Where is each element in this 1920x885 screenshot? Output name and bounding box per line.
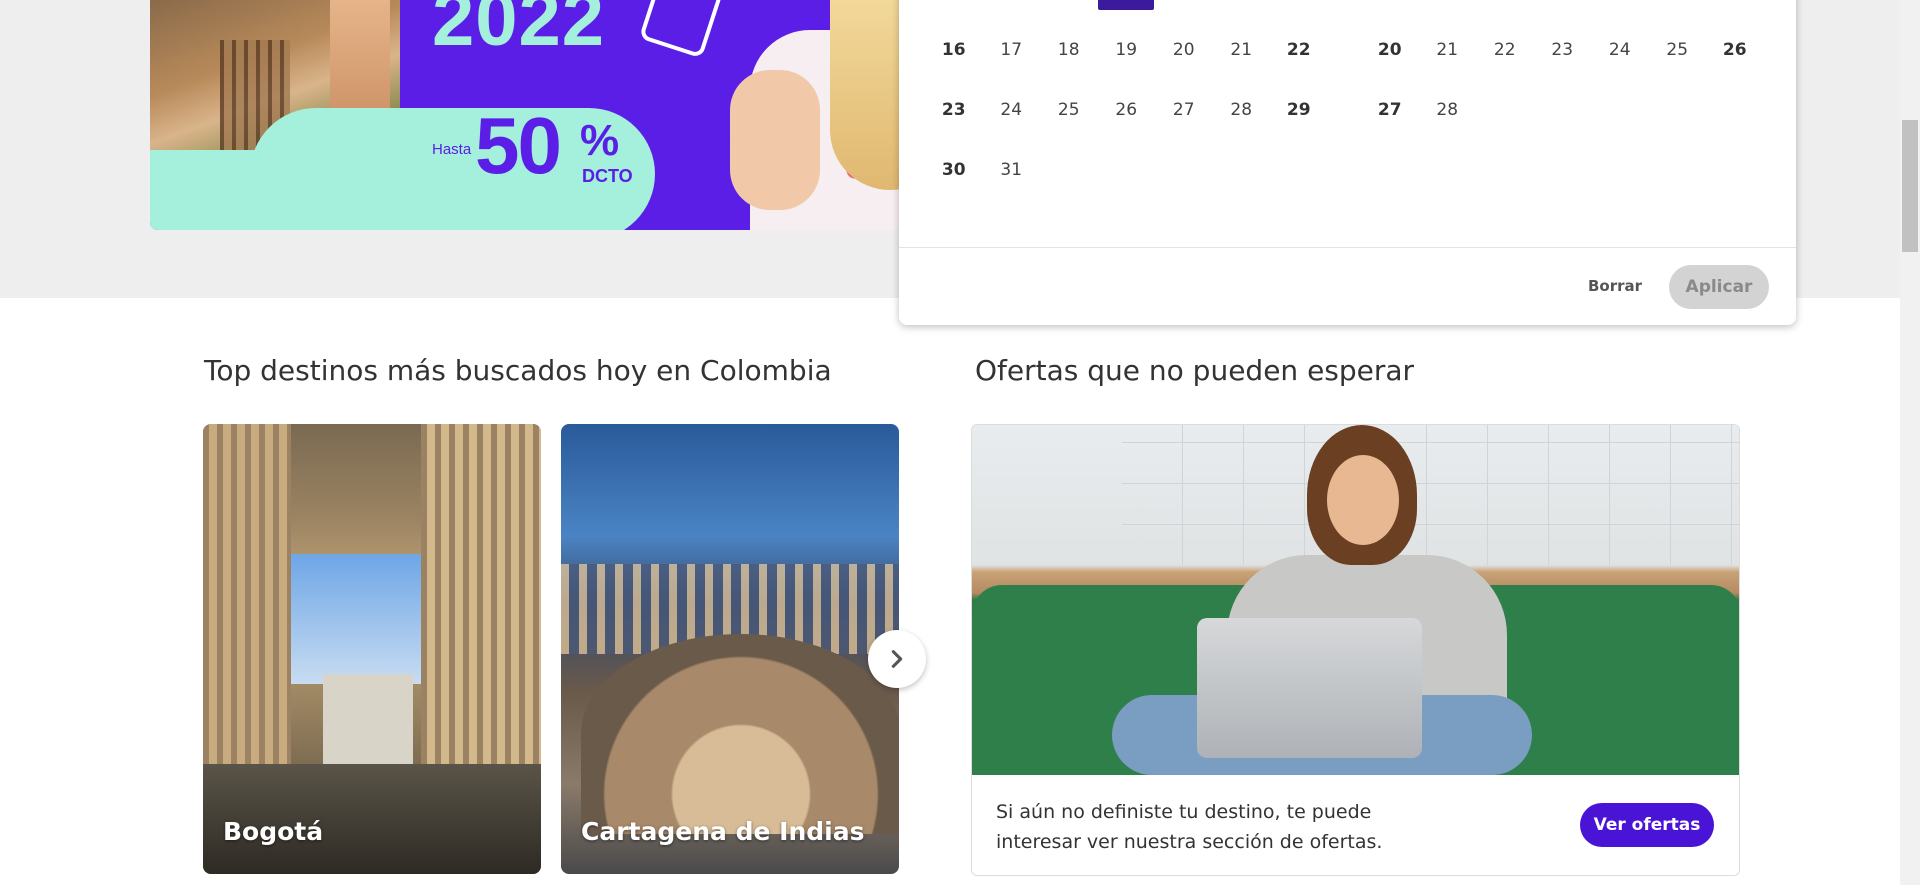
see-offers-button[interactable]: Ver ofertas xyxy=(1580,803,1714,847)
calendar-day[interactable]: 28 xyxy=(1419,80,1477,140)
calendar-day[interactable]: 26 xyxy=(1706,20,1764,80)
calendar-day[interactable]: 30 xyxy=(925,140,983,200)
calendar-grid-left: 9101112HOY131415 16171819202122 2324252627… xyxy=(925,0,1328,200)
calendar-day[interactable]: 14 xyxy=(1419,0,1477,20)
calendar-day[interactable]: 19 xyxy=(1706,0,1764,20)
calendar-day[interactable]: 15 xyxy=(1476,0,1534,20)
destinations-title: Top destinos más buscados hoy en Colombi… xyxy=(204,354,832,387)
calendar-empty-cell xyxy=(1534,80,1592,140)
calendar-day[interactable]: 28 xyxy=(1213,80,1271,140)
calendar-empty-cell xyxy=(1649,80,1707,140)
page-scrollbar[interactable] xyxy=(1900,0,1920,885)
card-amphitheater xyxy=(581,634,899,834)
calendar-empty-cell xyxy=(1591,80,1649,140)
calendar-empty-cell xyxy=(1040,140,1098,200)
calendar-empty-cell xyxy=(1476,80,1534,140)
calendar-day[interactable]: 16 xyxy=(925,20,983,80)
date-picker-popup: 9101112HOY131415161718192021222324252627… xyxy=(899,0,1796,325)
offers-card: Si aún no definiste tu destino, te puede… xyxy=(971,424,1740,876)
calendar-empty-cell xyxy=(1155,140,1213,200)
banner-percent: % xyxy=(580,116,620,165)
calendar-day[interactable]: 23 xyxy=(1534,20,1592,80)
calendar-today-label: HOY xyxy=(1117,0,1136,2)
calendar-day[interactable]: 17 xyxy=(1591,0,1649,20)
destination-name: Cartagena de Indias xyxy=(581,817,865,846)
calendar-empty-cell xyxy=(1098,140,1156,200)
card-building xyxy=(323,674,413,764)
calendar-day[interactable]: 26 xyxy=(1098,80,1156,140)
calendar-day[interactable]: 27 xyxy=(1155,80,1213,140)
calendar-day[interactable]: 21 xyxy=(1419,20,1477,80)
clear-button[interactable]: Borrar xyxy=(1585,266,1645,306)
calendar-day[interactable]: 23 xyxy=(925,80,983,140)
calendar-day[interactable]: 25 xyxy=(1040,80,1098,140)
offers-title: Ofertas que no pueden esperar xyxy=(975,354,1415,387)
woman-arm xyxy=(730,70,820,210)
carousel-next-button[interactable] xyxy=(868,630,926,688)
calendar-divider xyxy=(899,247,1796,248)
offers-description: Si aún no definiste tu destino, te puede… xyxy=(996,801,1383,853)
calendar-month-right: 13141516171819 20212223242526 2728 xyxy=(1361,0,1764,140)
calendar-day[interactable]: 20 xyxy=(1155,20,1213,80)
calendar-grid-right: 13141516171819 20212223242526 2728 xyxy=(1361,0,1764,140)
calendar-day[interactable]: 29 xyxy=(1270,80,1328,140)
calendar-empty-cell xyxy=(1706,80,1764,140)
destination-name: Bogotá xyxy=(223,817,324,846)
photo-kitchen-tiles xyxy=(1122,425,1739,565)
calendar-day[interactable]: 20 xyxy=(1361,20,1419,80)
calendar-day[interactable]: 27 xyxy=(1361,80,1419,140)
calendar-month-left: 9101112HOY131415 16171819202122 2324252627… xyxy=(925,0,1328,200)
calendar-day[interactable]: 14 xyxy=(1213,0,1271,20)
photo-laptop xyxy=(1197,618,1422,758)
calendar-today[interactable]: 12HOY xyxy=(1098,0,1155,10)
card-sky xyxy=(291,554,421,684)
calendar-day[interactable]: 22 xyxy=(1476,20,1534,80)
destination-card-cartagena[interactable]: Cartagena de Indias xyxy=(561,424,899,874)
banner-hasta: Hasta xyxy=(432,141,472,158)
scrollbar-thumb[interactable] xyxy=(1902,120,1918,252)
calendar-day[interactable]: 13 xyxy=(1361,0,1419,20)
photo-person-face xyxy=(1327,455,1399,545)
apply-button[interactable]: Aplicar xyxy=(1669,265,1769,309)
banner-dcto: DCTO xyxy=(582,166,633,186)
destination-card-bogota[interactable]: Bogotá xyxy=(203,424,541,874)
calendar-day[interactable]: 16 xyxy=(1534,0,1592,20)
calendar-day: 11 xyxy=(1040,0,1098,20)
chevron-right-icon xyxy=(891,650,903,668)
calendar-day[interactable]: 31 xyxy=(983,140,1041,200)
calendar-day: 9 xyxy=(925,0,983,20)
calendar-empty-cell xyxy=(1270,140,1328,200)
calendar-day[interactable]: 24 xyxy=(983,80,1041,140)
calendar-day[interactable]: 17 xyxy=(983,20,1041,80)
calendar-day[interactable]: 12HOY xyxy=(1098,0,1156,20)
calendar-empty-cell xyxy=(1213,140,1271,200)
offers-photo xyxy=(972,425,1739,775)
calendar-day: 10 xyxy=(983,0,1041,20)
calendar-day[interactable]: 13 xyxy=(1155,0,1213,20)
calendar-day[interactable]: 25 xyxy=(1649,20,1707,80)
calendar-day[interactable]: 22 xyxy=(1270,20,1328,80)
calendar-day[interactable]: 19 xyxy=(1098,20,1156,80)
calendar-day[interactable]: 21 xyxy=(1213,20,1271,80)
calendar-day[interactable]: 15 xyxy=(1270,0,1328,20)
banner-discount: 50 xyxy=(475,101,562,190)
calendar-day[interactable]: 18 xyxy=(1649,0,1707,20)
banner-year: 2022 xyxy=(432,0,606,62)
calendar-day[interactable]: 18 xyxy=(1040,20,1098,80)
calendar-day[interactable]: 24 xyxy=(1591,20,1649,80)
